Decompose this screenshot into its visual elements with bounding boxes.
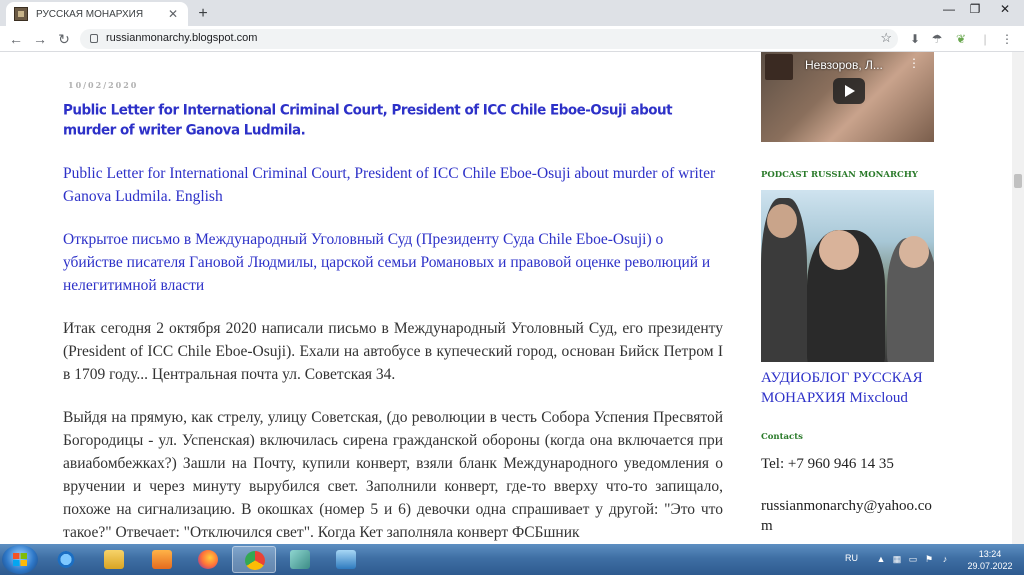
tab-strip: РУССКАЯ МОНАРХИЯ ✕ + — ❐ ✕ bbox=[0, 0, 1024, 26]
photo-face bbox=[819, 230, 859, 270]
screen-icon bbox=[336, 550, 356, 569]
contact-email[interactable]: russianmonarchy@yahoo.com bbox=[761, 496, 941, 536]
taskbar-chrome[interactable] bbox=[232, 546, 276, 573]
english-letter-link[interactable]: Public Letter for International Criminal… bbox=[63, 162, 723, 208]
taskbar-firefox[interactable] bbox=[186, 546, 230, 573]
start-button-icon[interactable] bbox=[2, 545, 38, 574]
video-embed[interactable]: Невзоров, Л... ⋮ bbox=[761, 52, 934, 142]
podcast-photo[interactable] bbox=[761, 190, 934, 362]
bookmark-star-icon[interactable]: ☆ bbox=[880, 30, 892, 46]
tray-network-icon[interactable]: ▦ bbox=[892, 554, 902, 564]
taskbar-explorer[interactable] bbox=[92, 546, 136, 573]
contact-phone: Tel: +7 960 946 14 35 bbox=[761, 456, 894, 472]
lock-icon bbox=[90, 34, 98, 43]
play-button-icon[interactable] bbox=[833, 78, 865, 104]
close-window-button[interactable]: ✕ bbox=[994, 0, 1016, 20]
post-body: Public Letter for International Criminal… bbox=[63, 162, 723, 544]
internet-explorer-icon bbox=[56, 550, 76, 569]
tab-title: РУССКАЯ МОНАРХИЯ bbox=[36, 8, 144, 20]
post-title-link[interactable]: Public Letter for International Criminal… bbox=[63, 101, 723, 141]
taskbar-screen[interactable] bbox=[324, 546, 368, 573]
media-player-icon bbox=[152, 550, 172, 569]
taskbar-media[interactable] bbox=[140, 546, 184, 573]
clock-time: 13:24 bbox=[978, 549, 1002, 559]
photo-face bbox=[767, 204, 797, 238]
divider-icon: | bbox=[983, 32, 987, 46]
new-tab-button[interactable]: + bbox=[193, 4, 213, 24]
chrome-icon bbox=[245, 551, 265, 570]
minimize-button[interactable]: — bbox=[938, 0, 960, 20]
contacts-heading: Contacts bbox=[761, 432, 803, 442]
folder-icon bbox=[104, 550, 124, 569]
channel-avatar bbox=[765, 54, 793, 80]
page-content: 10/02/2020 Public Letter for Internation… bbox=[0, 52, 1012, 544]
menu-kebab-icon[interactable]: ⋮ bbox=[998, 30, 1016, 48]
windows-taskbar: RU ▲ ▦ ▭ ⚑ ♪ 13:24 29.07.2022 bbox=[0, 544, 1024, 575]
taskbar-ie[interactable] bbox=[44, 546, 88, 573]
url-text: russianmonarchy.blogspot.com bbox=[106, 32, 258, 44]
tray-show-hidden-icon[interactable]: ▲ bbox=[876, 554, 886, 564]
tray-volume-icon[interactable]: ♪ bbox=[940, 554, 950, 564]
video-title: Невзоров, Л... bbox=[805, 58, 883, 72]
address-bar[interactable]: russianmonarchy.blogspot.com ☆ bbox=[80, 29, 898, 49]
post-paragraph: Итак сегодня 2 октября 2020 написали пис… bbox=[63, 320, 723, 383]
browser-tab[interactable]: РУССКАЯ МОНАРХИЯ ✕ bbox=[6, 2, 188, 26]
post-date: 10/02/2020 bbox=[68, 80, 139, 90]
back-arrow-icon[interactable]: ← bbox=[6, 29, 26, 49]
extension-umbrella-icon[interactable]: ☂ bbox=[928, 30, 946, 48]
tray-monitor-icon[interactable]: ▭ bbox=[908, 554, 918, 564]
photo-face bbox=[899, 236, 929, 268]
mixcloud-link[interactable]: АУДИОБЛОГ РУССКАЯ МОНАРХИЯ Mixcloud bbox=[761, 368, 941, 408]
taskbar-clock[interactable]: 13:24 29.07.2022 bbox=[964, 548, 1016, 572]
firefox-icon bbox=[198, 550, 218, 569]
app-icon bbox=[290, 550, 310, 569]
reload-icon[interactable]: ↻ bbox=[54, 29, 74, 49]
browser-toolbar: ← → ↻ russianmonarchy.blogspot.com ☆ ⬇ ☂… bbox=[0, 26, 1024, 52]
video-menu-icon[interactable]: ⋮ bbox=[908, 56, 920, 70]
extension-leaf-icon[interactable]: ❦ bbox=[952, 30, 970, 48]
input-language[interactable]: RU bbox=[845, 553, 858, 563]
tab-close-icon[interactable]: ✕ bbox=[166, 7, 180, 21]
page-scrollbar[interactable] bbox=[1012, 52, 1024, 544]
tray-flag-icon[interactable]: ⚑ bbox=[924, 554, 934, 564]
forward-arrow-icon[interactable]: → bbox=[30, 29, 50, 49]
post-paragraph: Выйдя на прямую, как стрелу, улицу Совет… bbox=[63, 409, 723, 541]
site-favicon-icon bbox=[14, 7, 28, 21]
download-icon[interactable]: ⬇ bbox=[906, 30, 924, 48]
scrollbar-thumb[interactable] bbox=[1014, 174, 1022, 188]
russian-letter-link[interactable]: Открытое письмо в Международный Уголовны… bbox=[63, 228, 723, 297]
maximize-button[interactable]: ❐ bbox=[964, 0, 986, 20]
clock-date: 29.07.2022 bbox=[967, 561, 1013, 571]
podcast-heading: PODCAST RUSSIAN MONARCHY bbox=[761, 170, 918, 180]
taskbar-app[interactable] bbox=[278, 546, 322, 573]
